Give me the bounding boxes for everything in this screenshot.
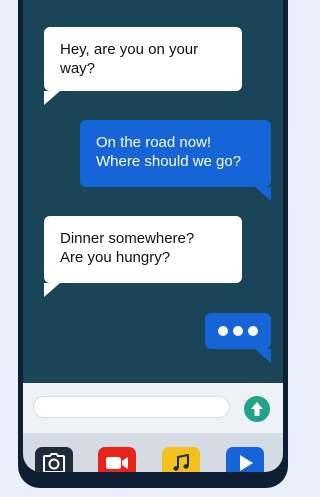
typing-indicator bbox=[205, 313, 271, 349]
play-icon bbox=[240, 455, 253, 471]
bubble-tail bbox=[44, 91, 60, 105]
typing-dot bbox=[248, 326, 258, 336]
message-text-line: Are you hungry? bbox=[60, 249, 171, 266]
camera-icon bbox=[43, 453, 65, 472]
phone-frame: Hey, are you on your way? On the road no… bbox=[18, 0, 288, 488]
typing-dot bbox=[218, 326, 228, 336]
music-note-icon bbox=[173, 454, 189, 471]
message-text-line: way? bbox=[60, 60, 96, 77]
message-input[interactable] bbox=[33, 396, 230, 418]
arrow-up-icon bbox=[251, 402, 263, 416]
message-composer bbox=[23, 383, 283, 433]
message-bubble-outgoing: On the road now! Where should we go? bbox=[80, 120, 271, 187]
message-bubble-incoming: Dinner somewhere? Are you hungry? bbox=[44, 216, 242, 283]
music-button[interactable] bbox=[162, 447, 200, 472]
message-text-line: On the road now! bbox=[96, 134, 212, 151]
bubble-tail bbox=[255, 349, 271, 363]
send-button[interactable] bbox=[244, 396, 270, 422]
message-text-line: Where should we go? bbox=[96, 153, 242, 170]
phone-screen: Hey, are you on your way? On the road no… bbox=[23, 0, 283, 472]
video-button[interactable] bbox=[98, 447, 136, 472]
play-button[interactable] bbox=[226, 447, 264, 472]
app-tray bbox=[23, 433, 283, 472]
camera-button[interactable] bbox=[35, 447, 73, 472]
message-bubble-incoming: Hey, are you on your way? bbox=[44, 27, 242, 91]
bubble-tail bbox=[44, 283, 60, 297]
message-text-line: Hey, are you on your bbox=[60, 41, 199, 58]
message-text-line: Dinner somewhere? bbox=[60, 230, 195, 247]
typing-dot bbox=[233, 326, 243, 336]
bubble-tail bbox=[255, 187, 271, 201]
chat-thread[interactable]: Hey, are you on your way? On the road no… bbox=[23, 0, 283, 383]
video-camera-icon bbox=[106, 457, 128, 469]
